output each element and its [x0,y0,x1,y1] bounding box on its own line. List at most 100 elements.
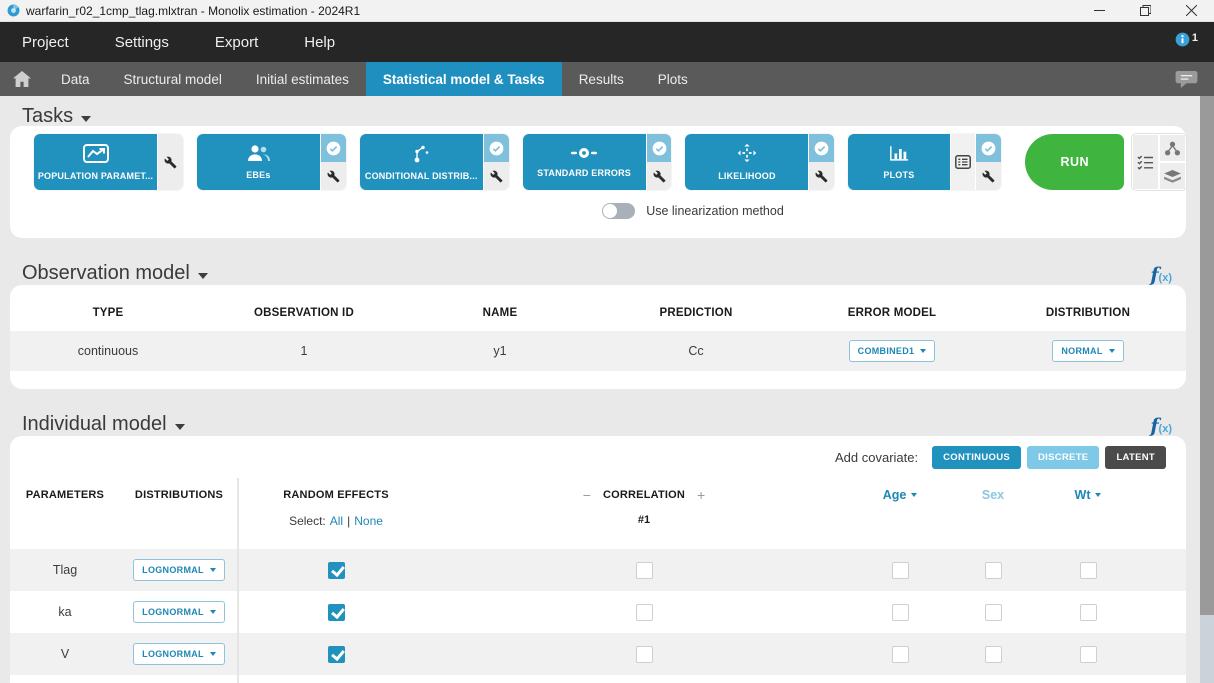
linearization-label: Use linearization method [646,204,784,218]
notifications[interactable]: 1 [1175,22,1198,62]
tasks-panel: POPULATION PARAMET... EBEs [10,126,1186,238]
distribution-dropdown[interactable]: LOGNORMAL [133,643,225,665]
task-standard-errors[interactable]: STANDARD ERRORS [523,134,672,190]
col-header-age[interactable]: Age [854,488,946,502]
age-covariate-checkbox[interactable] [892,562,909,579]
task-likelihood[interactable]: LIKELIHOOD [685,134,834,190]
sex-covariate-checkbox[interactable] [985,562,1002,579]
obs-prediction: Cc [598,344,794,358]
notification-count: 1 [1192,32,1198,44]
distribution-dropdown[interactable]: NORMAL [1052,340,1123,362]
caret-down-icon [198,273,208,279]
fx-icon[interactable]: f(x) [1150,417,1172,436]
menu-project[interactable]: Project [22,34,69,51]
check-circle-icon[interactable] [647,134,672,162]
task-ebes[interactable]: EBEs [197,134,346,190]
check-circle-icon[interactable] [484,134,509,162]
add-discrete-covariate-button[interactable]: DISCRETE [1027,446,1099,469]
parameter-row-v: V LOGNORMAL [10,633,1186,675]
task-conditional-distribution[interactable]: CONDITIONAL DISTRIB... [360,134,509,190]
trend-chart-icon [83,144,109,168]
fx-icon[interactable]: f(x) [1150,266,1172,285]
random-effect-checkbox[interactable] [328,562,345,579]
col-header-sex[interactable]: Sex [946,488,1040,502]
check-circle-icon[interactable] [976,134,1001,162]
wt-covariate-checkbox[interactable] [1080,562,1097,579]
col-header-parameters: PARAMETERS [10,489,120,501]
col-header-type: TYPE [10,307,206,319]
wrench-icon[interactable] [484,162,509,190]
tasks-section-heading[interactable]: Tasks [22,105,1214,128]
wt-covariate-checkbox[interactable] [1080,646,1097,663]
linearization-toggle[interactable] [602,203,635,219]
task-plots[interactable]: PLOTS [848,134,1001,190]
layers-icon[interactable] [1159,162,1186,190]
menu-settings[interactable]: Settings [115,34,169,51]
check-circle-icon[interactable] [809,134,834,162]
add-covariate-label: Add covariate: [835,450,918,465]
close-icon[interactable] [1168,0,1214,21]
maximize-icon[interactable] [1122,0,1168,21]
correlation-remove-button[interactable]: − [583,487,591,503]
menu-export[interactable]: Export [215,34,258,51]
correlation-checkbox[interactable] [636,646,653,663]
select-none-link[interactable]: None [354,514,383,528]
add-latent-covariate-button[interactable]: LATENT [1105,446,1166,469]
correlation-checkbox[interactable] [636,562,653,579]
wrench-icon[interactable] [158,134,183,190]
tab-structural-model[interactable]: Structural model [107,62,239,96]
col-header-distribution: DISTRIBUTION [990,307,1186,319]
parameter-row-ka: ka LOGNORMAL [10,591,1186,633]
observation-model-heading[interactable]: Observation model [22,262,208,285]
check-circle-icon[interactable] [321,134,346,162]
wt-covariate-checkbox[interactable] [1080,604,1097,621]
home-icon[interactable] [0,62,44,96]
col-header-random-effects: RANDOM EFFECTS [238,489,434,501]
vertical-scrollbar[interactable] [1200,96,1214,683]
add-continuous-covariate-button[interactable]: CONTINUOUS [932,446,1021,469]
caret-down-icon [175,424,185,430]
correlation-checkbox[interactable] [636,604,653,621]
sex-covariate-checkbox[interactable] [985,604,1002,621]
observation-model-panel: TYPE OBSERVATION ID NAME PREDICTION ERRO… [10,285,1186,389]
error-model-dropdown[interactable]: COMBINED1 [849,340,936,362]
col-header-wt[interactable]: Wt [1040,488,1136,502]
tab-data[interactable]: Data [44,62,107,96]
select-label: Select: [289,514,326,528]
nav-tabbar: Data Structural model Initial estimates … [0,62,1214,96]
correlation-group-label: #1 [434,512,854,526]
age-covariate-checkbox[interactable] [892,646,909,663]
sex-covariate-checkbox[interactable] [985,646,1002,663]
parameter-name: Tlag [10,563,120,577]
menu-help[interactable]: Help [304,34,335,51]
tab-plots[interactable]: Plots [641,62,705,96]
random-effect-checkbox[interactable] [328,604,345,621]
checklist-icon[interactable] [1132,134,1159,190]
minimize-icon[interactable] [1076,0,1122,21]
obs-id: 1 [206,344,402,358]
random-effect-checkbox[interactable] [328,646,345,663]
branch-dots-icon [411,144,431,168]
wrench-icon[interactable] [321,162,346,190]
run-button[interactable]: RUN [1025,134,1124,190]
list-icon[interactable] [950,134,976,190]
scrollbar-thumb[interactable] [1200,96,1214,615]
task-population-parameters[interactable]: POPULATION PARAMET... [34,134,183,190]
age-covariate-checkbox[interactable] [892,604,909,621]
distribution-dropdown[interactable]: LOGNORMAL [133,559,225,581]
distribution-dropdown[interactable]: LOGNORMAL [133,601,225,623]
tab-initial-estimates[interactable]: Initial estimates [239,62,366,96]
page-content: Tasks POPULATION PARAMET... [0,96,1214,683]
wrench-icon[interactable] [809,162,834,190]
tab-results[interactable]: Results [562,62,641,96]
select-all-link[interactable]: All [330,514,343,528]
workflow-icon[interactable] [1159,134,1186,162]
obs-name: y1 [402,344,598,358]
individual-model-heading[interactable]: Individual model [22,413,185,436]
wrench-icon[interactable] [647,162,672,190]
chat-icon[interactable] [1175,62,1198,96]
correlation-add-button[interactable]: + [697,487,705,503]
parameter-name: ka [10,605,120,619]
tab-statistical-model-tasks[interactable]: Statistical model & Tasks [366,62,562,96]
wrench-icon[interactable] [976,162,1001,190]
